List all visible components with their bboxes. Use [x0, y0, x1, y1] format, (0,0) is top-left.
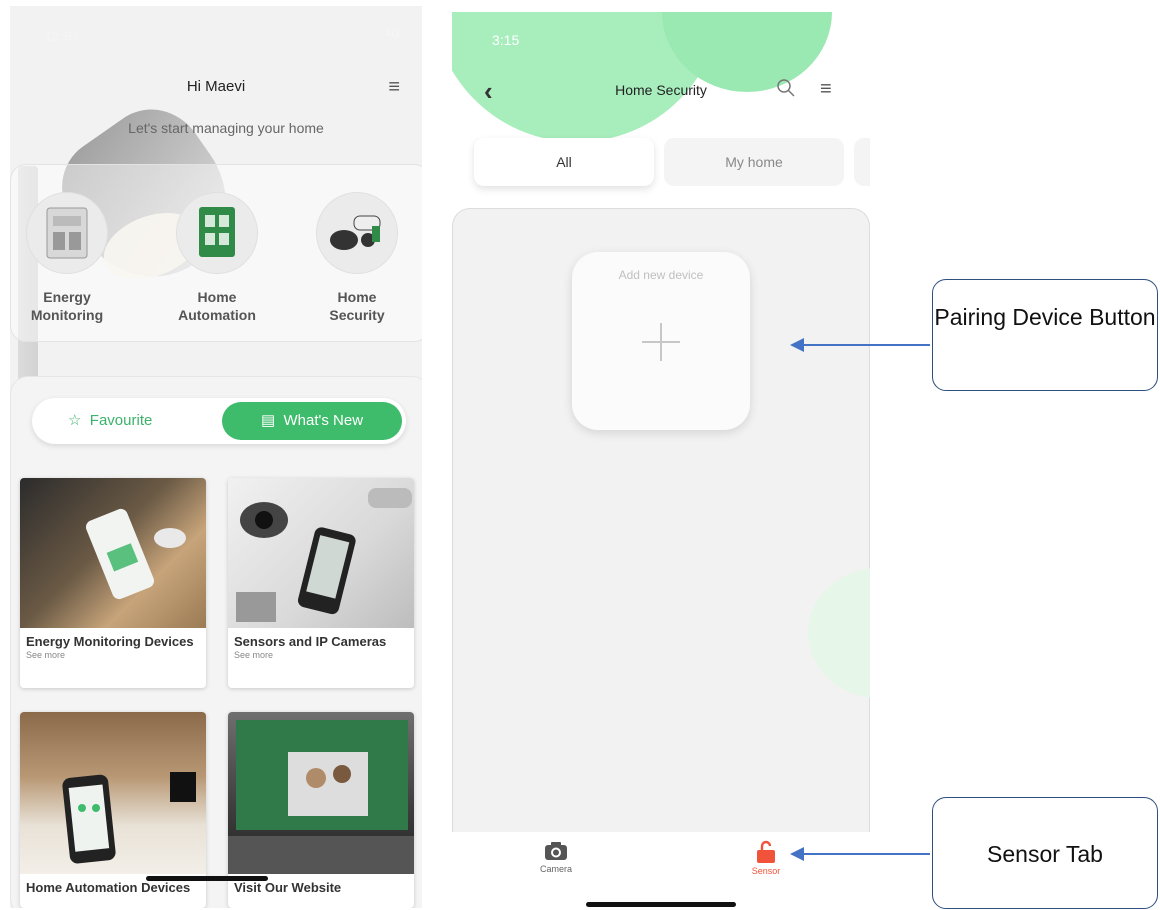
- tile-title: Sensors and IP Cameras: [234, 634, 387, 649]
- add-device-button[interactable]: Add new device: [572, 252, 750, 430]
- sensors-photo: [228, 478, 414, 628]
- energy-meter-icon: [26, 192, 108, 274]
- category-home-security[interactable]: Home Security: [302, 192, 412, 324]
- tab-sensor-label: Sensor: [751, 866, 781, 876]
- tile-title: Energy Monitoring Devices: [26, 634, 194, 649]
- whats-new-tab[interactable]: ▤ What's New: [222, 402, 402, 440]
- news-tile-energy[interactable]: Energy Monitoring Devices See more: [20, 478, 206, 688]
- greeting-title: Hi Maevi: [186, 78, 246, 95]
- tab-camera-label: Camera: [539, 864, 572, 874]
- category-label-line1: Energy: [43, 289, 91, 305]
- category-label-line2: Monitoring: [30, 307, 104, 323]
- status-time: 12:57: [44, 28, 80, 44]
- energy-photo: [20, 478, 206, 628]
- plus-icon: [660, 323, 662, 361]
- favourite-tab[interactable]: ☆ Favourite: [68, 398, 152, 444]
- sensor-tab-callout: Sensor Tab: [932, 797, 1158, 909]
- security-camera-icon: [316, 192, 398, 274]
- bottom-tab-bar: Camera Sensor: [452, 832, 870, 908]
- tab-overflow[interactable]: [854, 138, 870, 186]
- status-bar: 12:57 4G: [10, 28, 422, 48]
- star-icon: ☆: [68, 412, 82, 429]
- pairing-callout-text: Pairing Device Button: [934, 304, 1156, 330]
- hamburger-menu-icon[interactable]: ≡: [820, 78, 832, 101]
- tab-all[interactable]: All: [474, 138, 654, 186]
- category-home-automation[interactable]: Home Automation: [162, 192, 272, 324]
- tile-see-more[interactable]: See more: [228, 649, 414, 661]
- smart-panel-icon: [176, 192, 258, 274]
- pairing-callout: Pairing Device Button: [932, 279, 1158, 391]
- status-network: 4G: [385, 28, 400, 40]
- website-photo: [228, 712, 414, 874]
- left-phone-screen: 12:57 4G Hi Maevi ≡ Let's start managing…: [10, 6, 422, 908]
- page-title: Home Security: [615, 82, 707, 98]
- camera-icon: [545, 842, 567, 860]
- sensor-arrowhead: [790, 847, 804, 861]
- newspaper-icon: ▤: [260, 412, 276, 429]
- category-label-line1: Home: [197, 289, 237, 305]
- category-label-line2: Automation: [178, 307, 256, 323]
- segment-control: ☆ Favourite ▤ What's New: [32, 398, 406, 444]
- automation-photo: [20, 712, 206, 874]
- hamburger-menu-icon[interactable]: ≡: [388, 76, 400, 99]
- favourite-label: Favourite: [89, 412, 153, 429]
- greeting-subtitle: Let's start managing your home: [128, 120, 324, 136]
- pairing-arrow: [802, 344, 930, 346]
- add-device-label: Add new device: [618, 268, 704, 282]
- home-indicator: [146, 876, 268, 881]
- tab-my-home[interactable]: My home: [664, 138, 844, 186]
- pairing-arrowhead: [790, 338, 804, 352]
- unlock-icon: [757, 840, 775, 863]
- sensor-arrow: [802, 853, 930, 855]
- whats-new-label: What's New: [283, 412, 364, 429]
- right-phone-screen: 3:15 4G ‹ Home Security ≡ All My home Ad…: [452, 12, 870, 908]
- tile-see-more[interactable]: See more: [20, 649, 206, 661]
- sensor-tab-callout-text: Sensor Tab: [987, 841, 1103, 867]
- tab-camera[interactable]: Camera: [516, 840, 596, 874]
- category-energy-monitoring[interactable]: Energy Monitoring: [12, 192, 122, 324]
- category-label-line1: Home: [337, 289, 377, 305]
- news-tile-sensors[interactable]: Sensors and IP Cameras See more: [228, 478, 414, 688]
- status-time: 3:15: [492, 32, 520, 48]
- category-label-line2: Security: [329, 307, 385, 323]
- home-indicator: [586, 902, 736, 907]
- search-icon[interactable]: [776, 78, 796, 103]
- status-network: 4G: [827, 32, 844, 46]
